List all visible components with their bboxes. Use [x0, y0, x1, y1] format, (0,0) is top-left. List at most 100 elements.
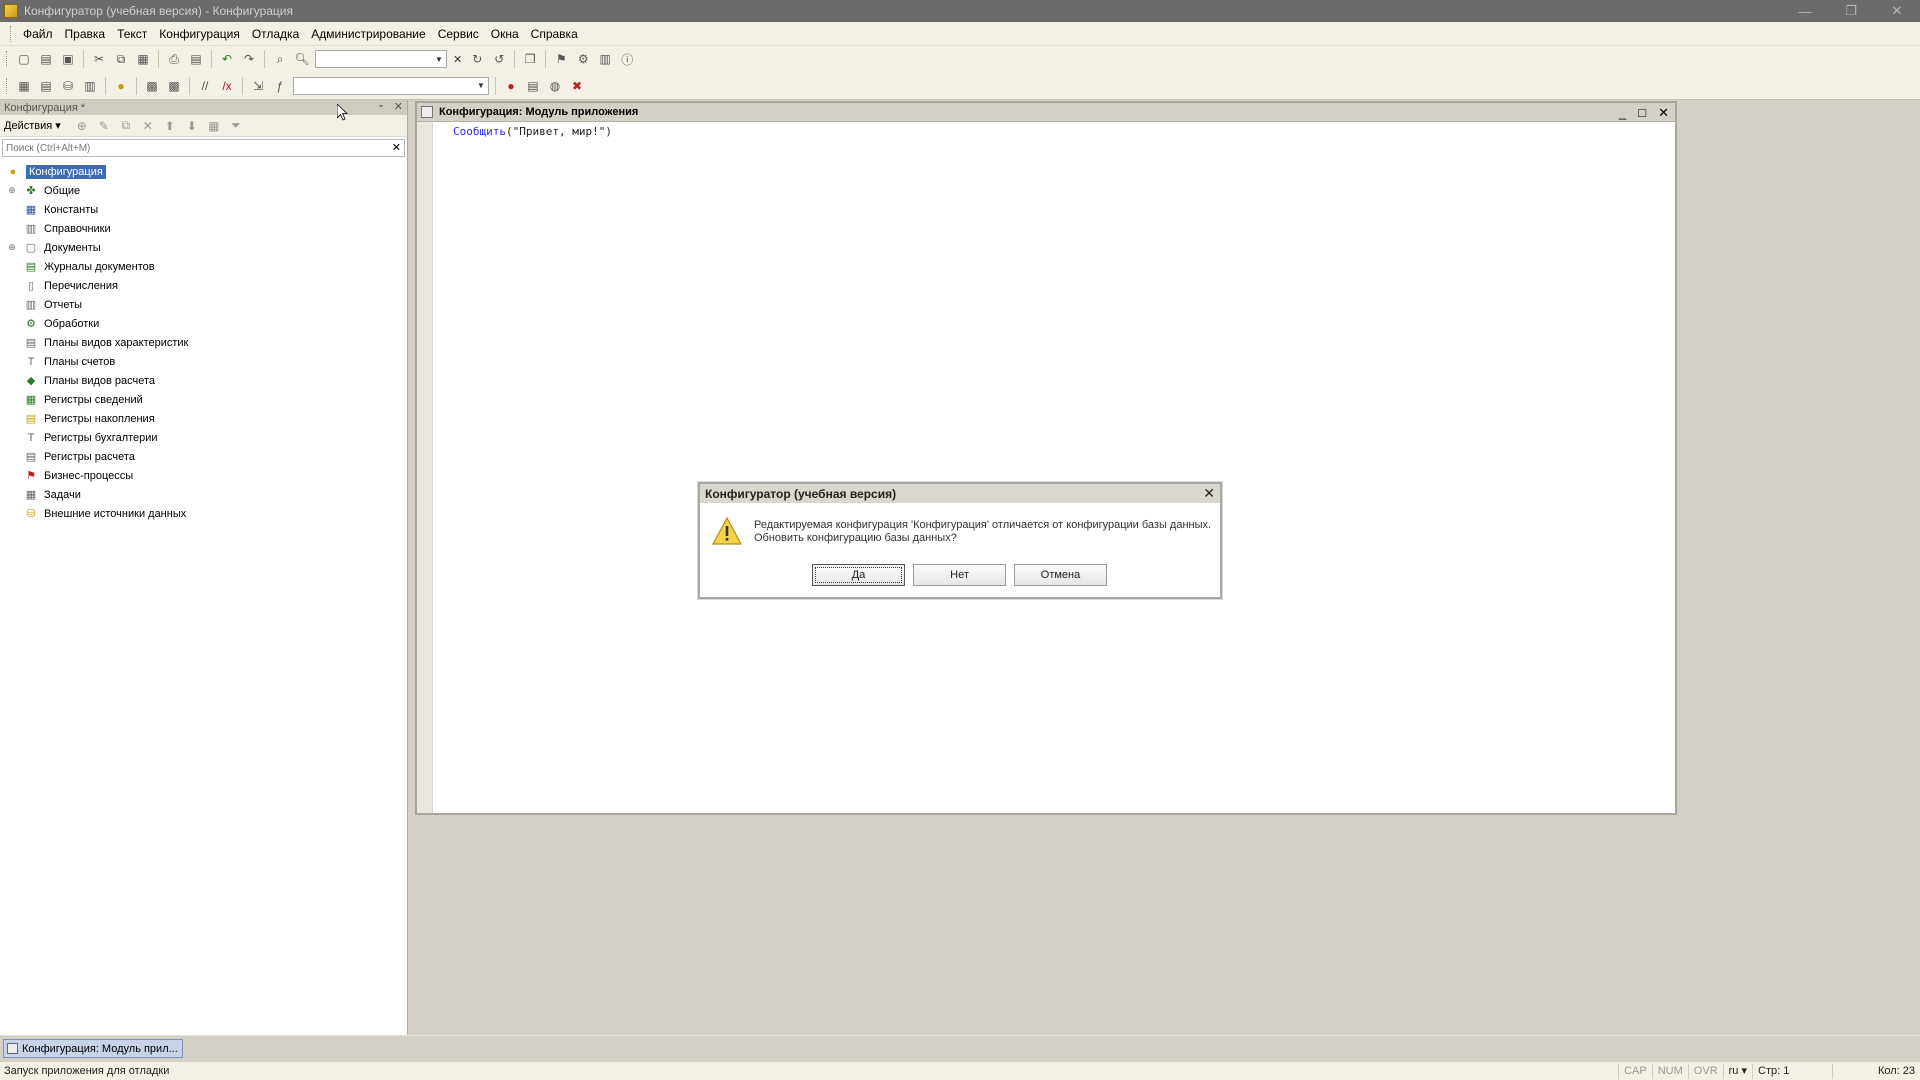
close-icon[interactable]: ✕	[1658, 103, 1669, 122]
filter-icon[interactable]: ⏷	[225, 115, 247, 137]
tree-search-input[interactable]	[3, 142, 383, 154]
config-open-icon[interactable]: ▦	[13, 75, 35, 97]
menu-configuration[interactable]: Конфигурация	[153, 22, 246, 46]
info-icon[interactable]: ⓘ	[616, 48, 638, 70]
tree-item[interactable]: ⚙ Обработки	[0, 314, 407, 333]
uncomment-icon[interactable]: /x	[216, 75, 238, 97]
print-icon[interactable]: ⎙	[163, 48, 185, 70]
tree-item[interactable]: ▤ Журналы документов	[0, 257, 407, 276]
edit-icon[interactable]: ✎	[93, 115, 115, 137]
menu-help[interactable]: Справка	[525, 22, 584, 46]
find-prev-icon[interactable]: ↺	[488, 48, 510, 70]
tree-item[interactable]: ⊕ ▢ Документы	[0, 238, 407, 257]
tree-item[interactable]: Т Регистры бухгалтерии	[0, 428, 407, 447]
tree-item[interactable]: ▦ Регистры сведений	[0, 390, 407, 409]
delete-icon[interactable]: ✕	[137, 115, 159, 137]
tree-item-label: Справочники	[44, 222, 111, 235]
tree-item[interactable]: ▦ Константы	[0, 200, 407, 219]
copy-icon[interactable]: ⧉	[110, 48, 132, 70]
expand-icon[interactable]: ⊕	[6, 242, 18, 254]
find-next-icon[interactable]: ↻	[466, 48, 488, 70]
tree-item[interactable]: Т Планы счетов	[0, 352, 407, 371]
menu-edit[interactable]: Правка	[59, 22, 112, 46]
windows-icon[interactable]: ❐	[519, 48, 541, 70]
toolbar-separator	[136, 76, 137, 95]
sort-icon[interactable]: ▦	[203, 115, 225, 137]
tree-item[interactable]: ▥ Отчеты	[0, 295, 407, 314]
menu-service[interactable]: Сервис	[432, 22, 485, 46]
search-icon[interactable]: 🔍︎	[291, 48, 313, 70]
copy-item-icon[interactable]: ⧉	[115, 115, 137, 137]
start-debug-icon[interactable]: ●	[110, 75, 132, 97]
clear-search-icon[interactable]: ✕	[453, 53, 462, 66]
expand-icon[interactable]: ⊕	[6, 185, 18, 197]
procedure-combo[interactable]: ▼	[293, 76, 489, 95]
close-icon[interactable]: ✕	[1203, 485, 1215, 501]
update-db-icon[interactable]: ⛁	[57, 75, 79, 97]
cancel-button[interactable]: Отмена	[1014, 564, 1107, 586]
save-icon[interactable]: ▣	[57, 48, 79, 70]
undo-icon[interactable]: ↶	[216, 48, 238, 70]
print-preview-icon[interactable]: ▤	[185, 48, 207, 70]
tree-item[interactable]: ▤ Планы видов характеристик	[0, 333, 407, 352]
menu-windows[interactable]: Окна	[485, 22, 525, 46]
close-icon[interactable]: ✕	[394, 100, 403, 113]
move-up-icon[interactable]: ⬆	[159, 115, 181, 137]
menu-administration[interactable]: Администрирование	[305, 22, 431, 46]
tool-a-icon[interactable]: ⚑	[550, 48, 572, 70]
menu-debug[interactable]: Отладка	[246, 22, 305, 46]
breakpoint-list-icon[interactable]: ▤	[522, 75, 544, 97]
procedures-icon[interactable]: ƒ	[269, 75, 291, 97]
breakpoint-icon[interactable]: ●	[500, 75, 522, 97]
code-line[interactable]: Сообщить("Привет, мир!")	[453, 125, 612, 138]
tree-item[interactable]: ⛁ Внешние источники данных	[0, 504, 407, 523]
tree-item[interactable]: ⚑ Бизнес-процессы	[0, 466, 407, 485]
config-save-icon[interactable]: ▤	[35, 75, 57, 97]
restore-button[interactable]: ❐	[1828, 0, 1874, 22]
tree-item[interactable]: ▦ Задачи	[0, 485, 407, 504]
compare-icon[interactable]: ▥	[79, 75, 101, 97]
breakpoint-remove-icon[interactable]: ✖	[566, 75, 588, 97]
minimize-button[interactable]: —	[1782, 0, 1828, 22]
comment-icon[interactable]: //	[194, 75, 216, 97]
language-selector[interactable]: ru ▾	[1722, 1064, 1752, 1079]
new-file-icon[interactable]: ▢	[13, 48, 35, 70]
window-list-item[interactable]: Конфигурация: Модуль прил...	[3, 1039, 183, 1058]
tree-item[interactable]: ▤ Регистры расчета	[0, 447, 407, 466]
breakpoint-disable-icon[interactable]: ◍	[544, 75, 566, 97]
cut-icon[interactable]: ✂	[88, 48, 110, 70]
search-combo[interactable]: ▼	[315, 50, 447, 68]
pin-icon[interactable]: ⁃	[378, 100, 384, 113]
find-icon[interactable]: ⌕	[269, 48, 291, 70]
tree-item[interactable]: ▥ Справочники	[0, 219, 407, 238]
actions-menu[interactable]: Действия ▾	[4, 119, 61, 132]
paste-icon[interactable]: ▦	[132, 48, 154, 70]
tree-root[interactable]: ● Конфигурация	[0, 162, 407, 181]
tool-e-icon[interactable]: ▩	[163, 75, 185, 97]
close-window-button[interactable]: ✕	[1874, 0, 1920, 22]
clear-icon[interactable]: ✕	[392, 141, 401, 154]
tool-d-icon[interactable]: ▩	[141, 75, 163, 97]
yes-button[interactable]: Да	[812, 564, 905, 586]
tree-item[interactable]: ⊕ ✤ Общие	[0, 181, 407, 200]
maximize-icon[interactable]: □	[1638, 103, 1646, 122]
tree-item[interactable]: ▯ Перечисления	[0, 276, 407, 295]
tree-item[interactable]: ▤ Регистры накопления	[0, 409, 407, 428]
no-button[interactable]: Нет	[913, 564, 1006, 586]
tool-c-icon[interactable]: ▥	[594, 48, 616, 70]
tree-item-label: Планы счетов	[44, 355, 116, 368]
tool-b-icon[interactable]: ⚙	[572, 48, 594, 70]
minimize-icon[interactable]: _	[1619, 103, 1626, 122]
chevron-down-icon[interactable]: ▼	[432, 51, 446, 67]
goto-icon[interactable]: ⇲	[247, 75, 269, 97]
add-icon[interactable]: ⊕	[71, 115, 93, 137]
redo-icon[interactable]: ↷	[238, 48, 260, 70]
menu-text[interactable]: Текст	[111, 22, 153, 46]
open-file-icon[interactable]: ▤	[35, 48, 57, 70]
move-down-icon[interactable]: ⬇	[181, 115, 203, 137]
dialog-titlebar: Конфигуратор (учебная версия) ✕	[700, 484, 1220, 503]
chevron-down-icon[interactable]: ▼	[474, 78, 488, 94]
menu-file[interactable]: Файл	[17, 22, 59, 46]
tree-item[interactable]: ◆ Планы видов расчета	[0, 371, 407, 390]
code-editor[interactable]: Сообщить("Привет, мир!")	[417, 122, 1675, 813]
